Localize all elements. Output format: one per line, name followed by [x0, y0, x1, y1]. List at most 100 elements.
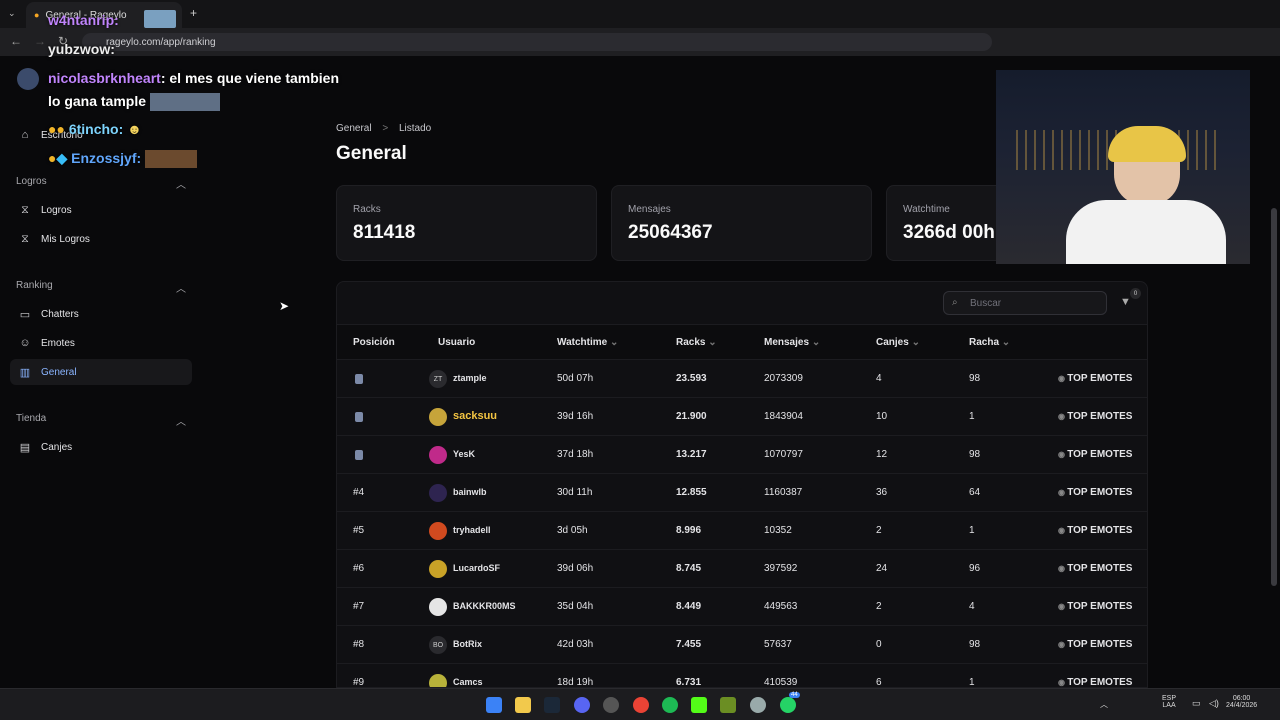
row-watchtime: 3d 05h: [557, 525, 588, 536]
row-racks: 6.731: [676, 677, 702, 688]
network-icon[interactable]: ▭: [1192, 698, 1201, 709]
row-racks: 13.217: [676, 449, 707, 460]
col-canjes[interactable]: Canjes ⌄: [876, 337, 920, 348]
section-header-logros[interactable]: Logros ︿: [16, 176, 186, 191]
favicon-icon: ●: [34, 10, 40, 20]
col-racha[interactable]: Racha ⌄: [969, 337, 1010, 348]
chat-line: nicolasbrknheart: el mes que viene tambi…: [48, 70, 339, 86]
row-position: #4: [353, 487, 365, 498]
section-header-ranking[interactable]: Ranking ︿: [16, 280, 186, 295]
app-icon[interactable]: [603, 697, 619, 713]
row-username[interactable]: Camcs: [453, 677, 483, 687]
back-icon[interactable]: ←: [10, 34, 22, 48]
row-username[interactable]: tryhadell: [453, 525, 491, 535]
top-emotes-button[interactable]: ◉ TOP EMOTES: [1058, 563, 1132, 574]
row-racks: 12.855: [676, 487, 707, 498]
sort-icon: ⌄: [609, 337, 619, 348]
top-emotes-button[interactable]: ◉ TOP EMOTES: [1058, 449, 1132, 460]
sidebar-item-mis-logros[interactable]: ⧖ Mis Logros: [10, 226, 192, 252]
avatar: [429, 560, 447, 578]
row-username[interactable]: BAKKKR00MS: [453, 601, 516, 611]
top-emotes-button[interactable]: ◉ TOP EMOTES: [1058, 487, 1132, 498]
top-emotes-button[interactable]: ◉ TOP EMOTES: [1058, 525, 1132, 536]
volume-icon[interactable]: ◁): [1209, 698, 1219, 709]
eye-icon: ◉: [1058, 412, 1068, 421]
sidebar-item-logros[interactable]: ⧖ Logros: [10, 197, 192, 223]
row-watchtime: 42d 03h: [557, 639, 594, 650]
col-racks[interactable]: Racks ⌄: [676, 337, 717, 348]
sidebar-item-label: Canjes: [41, 441, 73, 453]
tray-expand-icon[interactable]: ︿: [1100, 699, 1108, 710]
whatsapp-icon[interactable]: [780, 697, 796, 713]
top-emotes-button[interactable]: ◉ TOP EMOTES: [1058, 601, 1132, 612]
medal-icon: [355, 450, 363, 460]
top-emotes-button[interactable]: ◉ TOP EMOTES: [1058, 373, 1132, 384]
minecraft-icon[interactable]: [720, 697, 736, 713]
kick-icon[interactable]: [691, 697, 707, 713]
chrome-icon[interactable]: [633, 697, 649, 713]
section-header-tienda[interactable]: Tienda ︿: [16, 413, 186, 428]
row-username[interactable]: LucardoSF: [453, 563, 500, 573]
page-scrollbar[interactable]: [1271, 208, 1277, 586]
row-racha: 98: [969, 449, 981, 460]
address-bar[interactable]: rageylo.com/app/ranking: [82, 33, 992, 51]
app-icon[interactable]: [750, 697, 766, 713]
tab-list-icon[interactable]: ⌄: [8, 8, 16, 19]
sidebar-item-canjes[interactable]: ▤ Canjes: [10, 434, 192, 460]
chat-user: nicolasbrknheart: [48, 70, 161, 86]
taskbar: 44 ︿ ESP LAA ▭ ◁) 06:00 24/4/2026: [0, 688, 1280, 720]
row-position: #5: [353, 525, 365, 536]
spotify-icon[interactable]: [662, 697, 678, 713]
clock[interactable]: 06:00 24/4/2026: [1226, 695, 1257, 709]
table-row: ZT ztample 50d 07h 23.593 2073309 4 98 ◉ TOP EM…: [337, 360, 1147, 398]
sidebar-item-label: Chatters: [41, 308, 79, 320]
sidebar-item-chatters[interactable]: ▭ Chatters: [10, 301, 192, 327]
sidebar-item-emotes[interactable]: ☺ Emotes: [10, 330, 192, 356]
discord-icon[interactable]: [574, 697, 590, 713]
chat-user: Enzossjyf:: [71, 150, 142, 166]
row-canjes: 4: [876, 373, 882, 384]
table-row: YesK 37d 18h 13.217 1070797 12 98 ◉ TOP EMOTES: [337, 436, 1147, 474]
steam-icon[interactable]: [544, 697, 560, 713]
top-emotes-button[interactable]: ◉ TOP EMOTES: [1058, 639, 1132, 650]
top-emotes-label: TOP EMOTES: [1067, 639, 1133, 650]
row-position: #7: [353, 601, 365, 612]
new-tab-button[interactable]: +: [190, 6, 197, 20]
table-row: #8 BO BotRix 42d 03h 7.455 57637 0 98 ◉ TOP EMOT…: [337, 626, 1147, 664]
section-title: Logros: [16, 176, 47, 187]
col-posicion: Posición: [353, 337, 395, 348]
sort-icon: ⌄: [1001, 337, 1011, 348]
row-username[interactable]: ztample: [453, 373, 487, 383]
stat-value: 811418: [353, 222, 416, 243]
row-username[interactable]: BotRix: [453, 639, 482, 649]
breadcrumb-root[interactable]: General: [336, 123, 372, 134]
chat-user: 6tincho:: [68, 121, 124, 137]
chevron-up-icon: ︿: [176, 417, 186, 428]
top-emotes-button[interactable]: ◉ TOP EMOTES: [1058, 411, 1132, 422]
row-mensajes: 57637: [764, 639, 792, 650]
page-title: General: [336, 143, 407, 164]
col-mensajes[interactable]: Mensajes ⌄: [764, 337, 820, 348]
top-emotes-button[interactable]: ◉ TOP EMOTES: [1058, 677, 1132, 687]
col-watchtime[interactable]: Watchtime ⌄: [557, 337, 618, 348]
language-indicator[interactable]: ESP LAA: [1162, 695, 1176, 709]
sidebar-item-label: Logros: [41, 204, 72, 216]
stat-value: 25064367: [628, 222, 713, 243]
row-username[interactable]: sacksuu: [453, 410, 497, 422]
file-explorer-icon[interactable]: [515, 697, 531, 713]
row-username[interactable]: bainwlb: [453, 487, 487, 497]
filter-icon[interactable]: ▼: [1120, 296, 1131, 308]
top-emotes-label: TOP EMOTES: [1067, 449, 1133, 460]
row-racha: 1: [969, 411, 975, 422]
forward-icon[interactable]: →: [34, 34, 46, 48]
row-mensajes: 10352: [764, 525, 792, 536]
windows-start-icon[interactable]: [486, 697, 502, 713]
table-row: #5 tryhadell 3d 05h 8.996 10352 2 1 ◉ TOP EMOTE…: [337, 512, 1147, 550]
search-input[interactable]: ⌕ Buscar: [943, 291, 1107, 315]
row-username[interactable]: YesK: [453, 449, 475, 459]
sidebar-item-general[interactable]: ▥ General: [10, 359, 192, 385]
mouse-cursor-icon: ➤: [279, 299, 290, 313]
avatar: [429, 446, 447, 464]
chat-line: lo gana tample: [48, 93, 220, 112]
chat-line: ●◆ Enzossjyf:: [48, 150, 198, 169]
